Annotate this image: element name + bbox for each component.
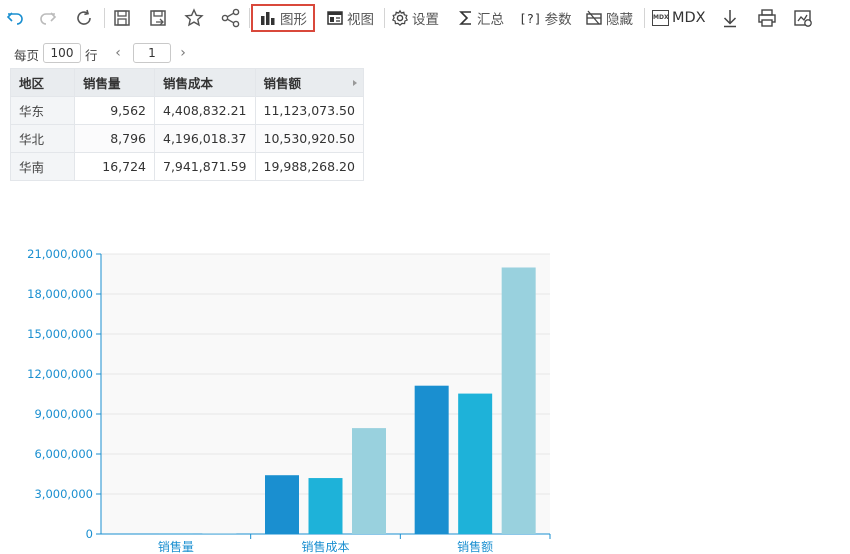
save-as-icon[interactable]: [148, 5, 168, 31]
params-button[interactable]: [?] 参数: [519, 5, 572, 31]
rows-label: 行: [85, 48, 98, 63]
view-button-label: 视图: [347, 12, 374, 28]
x-tick-label: 销售量: [158, 539, 194, 554]
table-row: 华南 16,724 7,941,871.59 19,988,268.20: [10, 152, 364, 181]
prev-page-icon[interactable]: ‹: [111, 43, 125, 63]
hide-button-label: 隐藏: [606, 12, 633, 28]
y-tick-label: 3,000,000: [34, 487, 93, 501]
redo-icon[interactable]: [38, 5, 58, 31]
bar-chart-icon: [261, 12, 275, 25]
toolbar: 图形 视图 设置 汇总 [?] 参数 隐藏 MDX MDX: [0, 0, 850, 36]
col-header-sales-cost[interactable]: 销售成本: [154, 68, 256, 97]
table-cell: 4,196,018.37: [154, 124, 256, 153]
table-cell: 华东: [10, 96, 75, 125]
hide-icon: [586, 10, 602, 25]
sigma-icon: [459, 11, 471, 25]
mdx-button-label: MDX: [672, 10, 706, 26]
table-cell: 11,123,073.50: [254, 96, 364, 125]
next-page-icon[interactable]: ›: [176, 43, 190, 63]
y-tick-label: 6,000,000: [34, 447, 93, 461]
print-icon[interactable]: [757, 5, 777, 31]
per-page-input[interactable]: 100: [43, 43, 81, 63]
summary-button-label: 汇总: [477, 12, 504, 28]
x-tick-label: 销售成本: [301, 539, 349, 554]
download-icon[interactable]: [721, 5, 739, 31]
summary-button[interactable]: 汇总: [458, 5, 504, 31]
y-tick-label: 18,000,000: [27, 287, 93, 301]
bar: [352, 428, 386, 534]
view-button[interactable]: 视图: [326, 5, 374, 31]
params-icon: [?]: [519, 10, 542, 26]
bar: [501, 267, 536, 534]
table-cell: 19,988,268.20: [254, 152, 364, 181]
undo-icon[interactable]: [5, 5, 25, 31]
table-cell: 8,796: [74, 124, 155, 153]
table-cell: 7,941,871.59: [154, 152, 256, 181]
chart-button-label: 图形: [280, 12, 307, 28]
table-header-row: 地区 销售量 销售成本 销售额: [10, 68, 364, 97]
table-cell: 9,562: [74, 96, 155, 125]
bar: [265, 475, 299, 534]
column-menu-arrow-icon[interactable]: [352, 80, 357, 86]
favorite-star-icon[interactable]: [184, 5, 204, 31]
page-number-input[interactable]: 1: [133, 43, 171, 63]
col-header-region[interactable]: 地区: [10, 68, 75, 97]
bar: [308, 478, 343, 534]
table-cell: 4,408,832.21: [154, 96, 256, 125]
settings-button[interactable]: 设置: [391, 5, 439, 31]
per-page-label: 每页: [14, 48, 40, 63]
view-icon: [327, 11, 343, 25]
params-button-label: 参数: [544, 12, 572, 28]
table-row: 华东 9,562 4,408,832.21 11,123,073.50: [10, 96, 364, 125]
mdx-button[interactable]: MDX MDX: [652, 5, 706, 31]
refresh-icon[interactable]: [74, 5, 94, 31]
chart-button[interactable]: 图形: [251, 4, 315, 32]
share-icon[interactable]: [220, 5, 242, 31]
y-tick-label: 21,000,000: [27, 247, 93, 261]
bar-chart: 0 3,000,000 6,000,000 9,000,000 12,000,000 15…: [27, 247, 551, 554]
save-icon[interactable]: [112, 5, 132, 31]
table-cell: 10,530,920.50: [254, 124, 364, 153]
col-header-sales-amount[interactable]: 销售额: [254, 68, 364, 97]
report-export-icon[interactable]: [793, 5, 813, 31]
y-tick-label: 15,000,000: [27, 327, 93, 341]
table-row: 华北 8,796 4,196,018.37 10,530,920.50: [10, 124, 364, 153]
table-cell: 华北: [10, 124, 75, 153]
table-cell: 华南: [10, 152, 75, 181]
gear-icon: [391, 9, 409, 27]
y-tick-label: 9,000,000: [34, 407, 93, 421]
data-table: 地区 销售量 销售成本 销售额 华东 9,562 4,408,832.21 11…: [10, 68, 364, 181]
bar: [414, 385, 449, 534]
col-header-sales-amount-label: 销售额: [263, 76, 302, 91]
bar: [458, 393, 493, 534]
table-cell: 16,724: [74, 152, 155, 181]
pagination-bar: 每页 100 行 ‹ 1 ›: [0, 40, 400, 66]
settings-button-label: 设置: [412, 12, 439, 28]
col-header-sales-qty[interactable]: 销售量: [74, 68, 155, 97]
x-tick-label: 销售额: [457, 539, 493, 554]
hide-button[interactable]: 隐藏: [585, 5, 633, 31]
y-tick-label: 0: [86, 527, 93, 541]
mdx-icon: MDX: [652, 10, 669, 26]
y-tick-label: 12,000,000: [27, 367, 93, 381]
